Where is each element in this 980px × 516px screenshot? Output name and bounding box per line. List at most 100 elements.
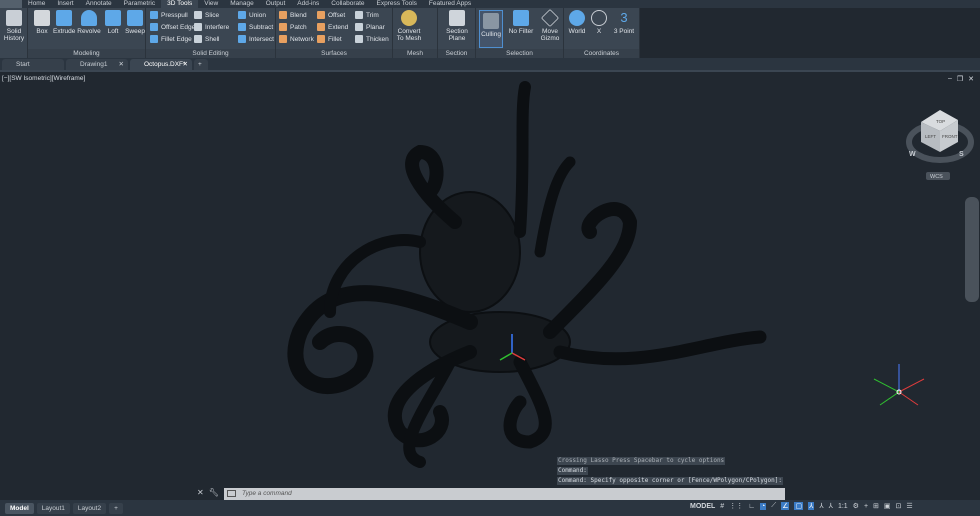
isodraft-icon[interactable]: ⟋ <box>771 502 776 510</box>
presspull-button[interactable]: Presspull <box>150 11 188 19</box>
fillet-edge-button[interactable]: Fillet Edge <box>150 35 192 43</box>
scale-dropdown[interactable]: 1:1 <box>838 503 848 510</box>
tab-parametric[interactable]: Parametric <box>118 0 161 8</box>
octopus-wireframe-model[interactable]: TOP LEFT FRONT W S WCS <box>0 72 980 500</box>
loft-button[interactable]: Loft <box>103 10 123 35</box>
polar-tracking-icon[interactable]: ◔ <box>760 502 767 510</box>
annotation-scale-icon[interactable]: ⅄ <box>829 502 833 510</box>
command-prompt-icon[interactable] <box>227 490 236 497</box>
object-snap-icon[interactable]: ▢ <box>794 502 804 510</box>
layout-tab-model[interactable]: Model <box>5 502 34 514</box>
add-layout-button[interactable]: + <box>109 502 123 514</box>
snap-icon[interactable]: ⋮⋮ <box>729 502 743 510</box>
interfere-button[interactable]: Interfere <box>194 23 229 31</box>
tab-manage[interactable]: Manage <box>224 0 260 8</box>
wrench-icon[interactable]: 🔧︎ <box>209 488 219 497</box>
three-point-icon: 3 <box>620 10 628 25</box>
new-tab-button[interactable]: + <box>194 59 208 70</box>
offset-edge-button[interactable]: Offset Edge <box>150 23 195 31</box>
thicken-button[interactable]: Thicken <box>355 35 389 43</box>
layout-tab-layout2[interactable]: Layout2 <box>72 502 107 514</box>
tab-express-tools[interactable]: Express Tools <box>371 0 423 8</box>
tab-add-ins[interactable]: Add-ins <box>291 0 325 8</box>
object-snap-tracking-icon[interactable]: ∠ <box>781 502 790 510</box>
tab-featured-apps[interactable]: Featured Apps <box>423 0 477 8</box>
solid-history-button[interactable]: Solid History <box>3 10 25 42</box>
annotation-visibility-icon[interactable]: ⅄ <box>808 502 815 510</box>
network-button[interactable]: Network <box>279 35 314 43</box>
blend-button[interactable]: Blend <box>279 11 307 19</box>
section-plane-button[interactable]: Section Plane <box>441 10 473 42</box>
panel-title[interactable]: Modeling <box>28 49 145 58</box>
tab-3d-tools[interactable]: 3D Tools <box>161 0 199 8</box>
extend-icon <box>317 23 325 31</box>
panel-title: Coordinates <box>564 49 639 58</box>
file-tab-drawing1[interactable]: Drawing1 ✕ <box>66 59 128 70</box>
file-tab-start[interactable]: Start <box>2 59 64 70</box>
culling-button[interactable]: Culling <box>479 10 503 48</box>
x-ucs-button[interactable]: X <box>590 10 608 35</box>
trim-button[interactable]: Trim <box>355 11 379 19</box>
grid-icon[interactable]: # <box>720 503 724 510</box>
revolve-button[interactable]: Revolve <box>77 10 101 35</box>
fillet-button[interactable]: Fillet <box>317 35 342 43</box>
viewcube-front[interactable]: FRONT <box>942 134 958 139</box>
panel-solid-editing: Solid Editing Presspull Offset Edge Fillet … <box>146 8 276 58</box>
viewcube[interactable]: TOP LEFT FRONT W S WCS <box>906 110 974 180</box>
ucs-menu[interactable]: WCS <box>930 174 943 180</box>
viewcube-left[interactable]: LEFT <box>925 134 936 139</box>
extrude-button[interactable]: Extrude <box>53 10 75 35</box>
file-tab-octopus[interactable]: Octopus.DXF* ✕ <box>130 59 192 70</box>
panel-coordinates: World X 33 Point Coordinates <box>564 8 640 58</box>
slice-button[interactable]: Slice <box>194 11 219 19</box>
menu-icon[interactable]: ☰ <box>906 502 912 510</box>
drawing-viewport[interactable]: [−][SW Isometric][Wireframe] – ❐ ✕ TOP L… <box>0 72 980 500</box>
fillet-icon <box>317 35 325 43</box>
auto-scale-icon[interactable]: ⅄ <box>819 502 823 510</box>
box-button[interactable]: Box <box>32 10 52 35</box>
fullscreen-icon[interactable]: ⊡ <box>896 502 902 510</box>
viewcube-top[interactable]: TOP <box>936 119 945 124</box>
model-space-button[interactable]: MODEL <box>690 503 715 510</box>
world-ucs-button[interactable]: World <box>566 10 588 35</box>
close-icon[interactable]: ✕ <box>183 59 188 70</box>
command-input[interactable]: Type a command <box>224 488 785 500</box>
no-filter-button[interactable]: No Filter <box>507 10 535 35</box>
gear-icon[interactable]: ⚙ <box>853 502 859 510</box>
tab-output[interactable]: Output <box>260 0 292 8</box>
app-menu[interactable] <box>0 0 22 8</box>
hardware-acceleration-icon[interactable]: ▣ <box>884 502 891 510</box>
panel-title[interactable]: Mesh <box>393 49 437 58</box>
tab-view[interactable]: View <box>198 0 224 8</box>
compass-w[interactable]: W <box>909 151 916 158</box>
navigation-bar[interactable] <box>965 197 979 302</box>
compass-s[interactable]: S <box>959 151 964 158</box>
convert-to-mesh-button[interactable]: Convert To Mesh <box>395 10 423 42</box>
offset-button[interactable]: Offset <box>317 11 345 19</box>
subtract-button[interactable]: Subtract <box>238 23 273 31</box>
close-icon[interactable]: ✕ <box>197 488 204 497</box>
union-button[interactable]: Union <box>238 11 266 19</box>
extend-button[interactable]: Extend <box>317 23 348 31</box>
panel-title[interactable]: Section <box>438 49 475 58</box>
move-gizmo-button[interactable]: Move Gizmo <box>538 8 562 42</box>
sweep-button[interactable]: Sweep <box>124 10 146 35</box>
ortho-icon[interactable]: ∟ <box>748 503 755 510</box>
close-icon[interactable]: ✕ <box>119 59 124 70</box>
fillet-edge-icon <box>150 35 158 43</box>
intersect-button[interactable]: Intersect <box>238 35 274 43</box>
tab-collaborate[interactable]: Collaborate <box>325 0 370 8</box>
plus-icon[interactable]: + <box>864 503 868 510</box>
patch-button[interactable]: Patch <box>279 23 307 31</box>
panel-title[interactable]: Solid Editing <box>146 49 275 58</box>
3point-ucs-button[interactable]: 33 Point <box>610 10 638 35</box>
shell-button[interactable]: Shell <box>194 35 219 43</box>
section-plane-icon <box>449 10 465 26</box>
planar-button[interactable]: Planar <box>355 23 385 31</box>
panel-title[interactable]: Surfaces <box>276 49 392 58</box>
tab-insert[interactable]: Insert <box>51 0 79 8</box>
layout-tab-layout1[interactable]: Layout1 <box>36 502 70 514</box>
tab-annotate[interactable]: Annotate <box>80 0 118 8</box>
tab-home[interactable]: Home <box>22 0 51 8</box>
isolate-icon[interactable]: ⊞ <box>873 502 879 510</box>
